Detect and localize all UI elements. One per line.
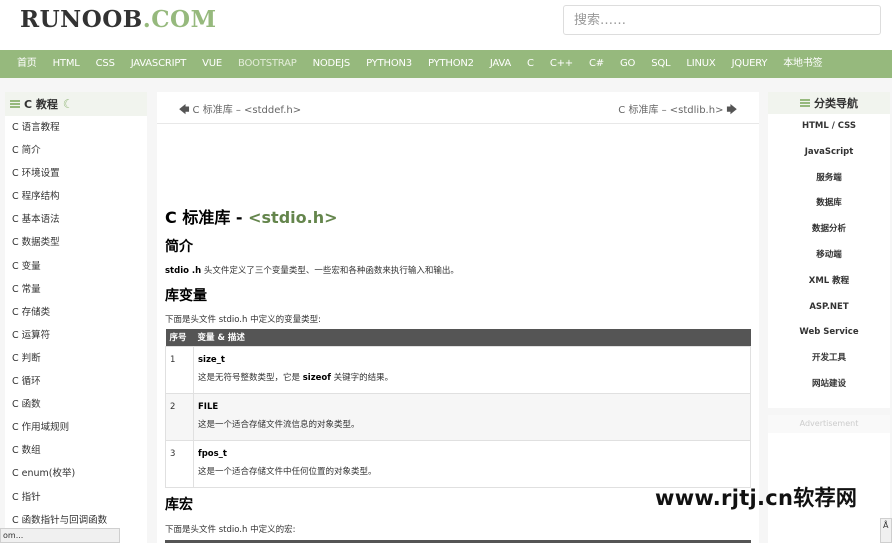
prev-page-link[interactable]: 🡄 C 标准库 – <stddef.h> [179, 101, 301, 120]
advertisement-box: Advertisement [768, 415, 890, 543]
table-row: 3 fpos_t 这是一个适合存储文件中任何位置的对象类型。 [165, 439, 751, 488]
nav-csharp[interactable]: C# [581, 50, 612, 78]
vars-heading: 库变量 [165, 288, 207, 304]
nav-linux[interactable]: LINUX [678, 50, 723, 78]
moon-icon[interactable]: ☾ [63, 97, 74, 111]
sidebar-item-c-decision[interactable]: C 判断 [5, 347, 147, 370]
category-nav-header: 分类导航 [768, 92, 890, 114]
prev-next-bar: 🡄 C 标准库 – <stddef.h> C 标准库 – <stdlib.h> … [157, 92, 759, 124]
sidebar-header: C 教程 ☾ [5, 92, 147, 116]
arrow-left-icon: 🡄 [179, 105, 190, 116]
sidebar-item-c-constants[interactable]: C 常量 [5, 278, 147, 301]
row-content: fpos_t 这是一个适合存储文件中任何位置的对象类型。 [193, 439, 751, 488]
sidebar-item-c-structure[interactable]: C 程序结构 [5, 185, 147, 208]
nav-vue[interactable]: VUE [194, 50, 230, 78]
row-number: 2 [165, 392, 194, 441]
table-row: 2 FILE 这是一个适合存储文件流信息的对象类型。 [165, 392, 751, 441]
arrow-right-icon: 🡆 [726, 105, 737, 116]
table-header-num: 序号 [165, 329, 194, 346]
vars-paragraph: 下面是头文件 stdio.h 中定义的变量类型: [165, 315, 321, 325]
category-nav: 分类导航 HTML / CSS JavaScript 服务端 数据库 数据分析 … [768, 92, 890, 408]
list-icon [10, 100, 20, 108]
category-web-service[interactable]: Web Service [768, 320, 890, 346]
nav-bookmarks[interactable]: 本地书签 [775, 50, 830, 78]
sidebar-item-c-loops[interactable]: C 循环 [5, 370, 147, 393]
intro-heading: 简介 [165, 239, 193, 255]
page-title: C 标准库 - <stdio.h> [165, 208, 338, 227]
sidebar-item-c-syntax[interactable]: C 基本语法 [5, 208, 147, 231]
nav-nodejs[interactable]: NODEJS [305, 50, 358, 78]
variables-table: 序号 变量 & 描述 1 size_t 这是无符号整数类型，它是 sizeof … [165, 329, 751, 488]
sidebar-item-c-storage[interactable]: C 存储类 [5, 301, 147, 324]
category-server[interactable]: 服务端 [768, 166, 890, 192]
category-site-building[interactable]: 网站建设 [768, 372, 890, 398]
sidebar-item-c-operators[interactable]: C 运算符 [5, 324, 147, 347]
nav-home[interactable]: 首页 [9, 50, 45, 78]
sidebar-item-c-variables[interactable]: C 变量 [5, 255, 147, 278]
table-header-desc: 变量 & 描述 [193, 329, 751, 346]
sidebar-item-c-intro[interactable]: C 简介 [5, 139, 147, 162]
main-content: 🡄 C 标准库 – <stddef.h> C 标准库 – <stdlib.h> … [157, 92, 759, 543]
var-name: fpos_t [198, 448, 227, 459]
nav-java[interactable]: JAVA [482, 50, 519, 78]
category-aspnet[interactable]: ASP.NET [768, 295, 890, 321]
sidebar-item-c-datatypes[interactable]: C 数据类型 [5, 231, 147, 254]
table-row: 1 size_t 这是无符号整数类型，它是 sizeof 关键字的结果。 [165, 345, 751, 394]
sidebar-item-c-functions[interactable]: C 函数 [5, 393, 147, 416]
nav-css[interactable]: CSS [88, 50, 123, 78]
nav-javascript[interactable]: JAVASCRIPT [123, 50, 194, 78]
nav-html[interactable]: HTML [45, 50, 88, 78]
nav-go[interactable]: GO [612, 50, 643, 78]
var-name: FILE [198, 401, 219, 412]
category-database[interactable]: 数据库 [768, 191, 890, 217]
var-desc: 这是一个适合存储文件流信息的对象类型。 [198, 419, 360, 430]
category-mobile[interactable]: 移动端 [768, 243, 890, 269]
var-desc: 这是一个适合存储文件中任何位置的对象类型。 [198, 466, 377, 477]
sidebar-title: C 教程 [24, 98, 58, 111]
nav-jquery[interactable]: JQUERY [724, 50, 776, 78]
list-icon [800, 99, 810, 107]
row-content: FILE 这是一个适合存储文件流信息的对象类型。 [193, 392, 751, 441]
intro-paragraph: stdio .h 头文件定义了三个变量类型、一些宏和各种函数来执行输入和输出。 [165, 266, 459, 276]
advertisement-label: Advertisement [768, 415, 890, 433]
category-javascript[interactable]: JavaScript [768, 140, 890, 166]
macros-paragraph: 下面是头文件 stdio.h 中定义的宏: [165, 525, 296, 535]
category-data-analysis[interactable]: 数据分析 [768, 217, 890, 243]
sidebar-item-c-tutorial[interactable]: C 语言教程 [5, 116, 147, 139]
nav-python3[interactable]: PYTHON3 [358, 50, 420, 78]
table-header-row: 序号 变量 & 描述 [165, 329, 751, 346]
next-page-link[interactable]: C 标准库 – <stdlib.h> 🡆 [618, 101, 737, 120]
var-desc: 这是无符号整数类型，它是 sizeof 关键字的结果。 [198, 372, 394, 383]
var-name: size_t [198, 354, 225, 365]
sidebar-item-c-enum[interactable]: C enum(枚举) [5, 462, 147, 485]
category-html-css[interactable]: HTML / CSS [768, 114, 890, 140]
row-content: size_t 这是无符号整数类型，它是 sizeof 关键字的结果。 [193, 345, 751, 394]
row-number: 3 [165, 439, 194, 488]
macros-heading: 库宏 [165, 497, 193, 513]
row-number: 1 [165, 345, 194, 394]
site-header: RUNOOB.COM [0, 0, 892, 50]
sidebar-item-c-pointers[interactable]: C 指针 [5, 486, 147, 509]
sidebar-item-c-arrays[interactable]: C 数组 [5, 439, 147, 462]
site-logo[interactable]: RUNOOB.COM [20, 6, 217, 34]
nav-cpp[interactable]: C++ [542, 50, 581, 78]
left-sidebar: C 教程 ☾ C 语言教程 C 简介 C 环境设置 C 程序结构 C 基本语法 … [5, 92, 147, 543]
nav-sql[interactable]: SQL [643, 50, 678, 78]
sidebar-item-c-env[interactable]: C 环境设置 [5, 162, 147, 185]
nav-bootstrap[interactable]: BOOTSTRAP [230, 50, 305, 78]
nav-c[interactable]: C [519, 50, 542, 78]
corner-widget: Å [880, 518, 892, 543]
nav-python2[interactable]: PYTHON2 [420, 50, 482, 78]
sidebar-item-c-scope[interactable]: C 作用域规则 [5, 416, 147, 439]
search-input[interactable] [563, 5, 881, 35]
category-dev-tools[interactable]: 开发工具 [768, 346, 890, 372]
category-xml[interactable]: XML 教程 [768, 269, 890, 295]
status-bar: om... [0, 528, 120, 543]
top-navbar: 首页 HTML CSS JAVASCRIPT VUE BOOTSTRAP NOD… [0, 50, 892, 78]
watermark-text: www.rjtj.cn软荐网 [655, 486, 858, 510]
